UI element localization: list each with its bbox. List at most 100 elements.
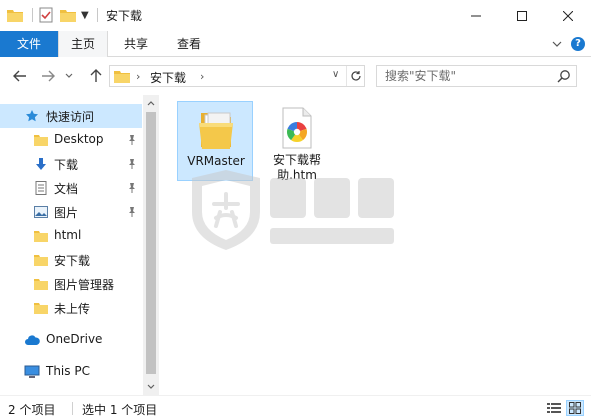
file-name-line: 助.htm xyxy=(277,168,317,182)
nav-item-quick-access[interactable]: 快速访问 xyxy=(0,104,142,128)
file-name-line: 安下载帮 xyxy=(272,153,321,167)
nav-item-documents[interactable]: 文档 xyxy=(0,176,142,200)
properties-icon[interactable] xyxy=(37,6,55,24)
folder-icon xyxy=(33,276,49,292)
folder-icon xyxy=(114,69,130,86)
arrow-up-icon xyxy=(90,69,102,82)
expand-ribbon-icon[interactable] xyxy=(551,38,563,50)
chevron-down-icon xyxy=(147,384,155,389)
close-icon xyxy=(563,10,573,21)
folder-icon xyxy=(194,106,238,152)
item-count: 2 个项目 xyxy=(8,403,56,417)
tab-home[interactable]: 主页 xyxy=(58,31,108,58)
folder-icon xyxy=(33,252,49,268)
nav-item-html[interactable]: html xyxy=(0,224,142,248)
nav-item-label: html xyxy=(54,228,82,242)
nav-item-picture-manager[interactable]: 图片管理器 xyxy=(0,272,142,296)
nav-item-label: 图片 xyxy=(54,206,79,220)
navigation-scrollbar[interactable] xyxy=(143,95,159,395)
tab-file[interactable]: 文件 xyxy=(0,31,58,57)
cloud-icon xyxy=(24,332,40,348)
recent-locations-button[interactable] xyxy=(62,66,76,86)
address-bar[interactable]: › 安下载 › ∨ xyxy=(109,65,365,87)
search-input[interactable] xyxy=(377,66,553,86)
status-bar: 2 个项目 选中 1 个项目 xyxy=(0,395,591,419)
search-box[interactable] xyxy=(376,65,577,87)
minimize-icon xyxy=(471,15,481,16)
arrow-left-icon xyxy=(13,70,26,82)
file-name: VRMaster xyxy=(187,154,245,168)
nav-item-label: 未上传 xyxy=(54,302,91,316)
large-icons-view-icon xyxy=(569,402,581,414)
scroll-down-button[interactable] xyxy=(143,379,159,395)
breadcrumb-chevron-icon[interactable]: › xyxy=(200,70,204,83)
maximize-icon xyxy=(517,10,527,21)
status-divider xyxy=(72,402,73,415)
nav-item-label: This PC xyxy=(46,364,90,378)
document-icon xyxy=(33,180,49,196)
address-bar-row: › 安下载 › ∨ xyxy=(0,57,591,95)
file-item-help-htm[interactable]: 安下载帮 助.htm xyxy=(259,101,335,182)
nav-item-downloads[interactable]: 下载 xyxy=(0,152,142,176)
download-arrow-icon xyxy=(33,156,49,172)
nav-item-not-uploaded[interactable]: 未上传 xyxy=(0,296,142,320)
new-folder-icon[interactable] xyxy=(59,6,77,24)
maximize-button[interactable] xyxy=(499,0,545,31)
tab-share[interactable]: 共享 xyxy=(108,31,164,57)
nav-item-onedrive[interactable]: OneDrive xyxy=(0,328,142,352)
quick-access-toolbar: ▼ xyxy=(6,6,102,24)
pin-icon[interactable] xyxy=(127,134,137,149)
large-icons-view-button[interactable] xyxy=(566,400,584,416)
breadcrumb-segment[interactable]: 安下载 xyxy=(150,69,186,86)
address-history-dropdown-icon[interactable]: ∨ xyxy=(332,69,339,80)
nav-item-label: 图片管理器 xyxy=(54,278,115,292)
folder-blue-icon xyxy=(33,132,49,148)
close-button[interactable] xyxy=(545,0,591,31)
scrollbar-thumb[interactable] xyxy=(146,112,156,374)
pin-icon[interactable] xyxy=(127,206,137,221)
chevron-up-icon xyxy=(147,101,155,106)
search-icon[interactable] xyxy=(557,69,571,86)
nav-item-label: 文档 xyxy=(54,182,79,196)
refresh-icon xyxy=(350,71,361,81)
nav-item-label: Desktop xyxy=(54,132,104,146)
refresh-button[interactable] xyxy=(346,66,364,86)
details-view-icon[interactable] xyxy=(546,401,562,415)
file-list[interactable]: VRMaster 安下载帮 助.htm xyxy=(159,95,591,395)
window-title: 安下载 xyxy=(106,9,143,23)
nav-item-label: OneDrive xyxy=(46,332,103,346)
forward-button[interactable] xyxy=(38,66,58,86)
star-icon xyxy=(24,108,40,124)
nav-item-this-pc[interactable]: This PC xyxy=(0,360,142,384)
toolbar-divider xyxy=(32,8,33,22)
tab-view[interactable]: 查看 xyxy=(164,31,214,57)
nav-item-pictures[interactable]: 图片 xyxy=(0,200,142,224)
up-button[interactable] xyxy=(86,66,106,86)
customize-toolbar-dropdown-icon[interactable]: ▼ xyxy=(81,10,89,21)
ribbon-tabs: 文件 主页 共享 查看 ? xyxy=(0,31,591,58)
navigation-pane: 快速访问 Desktop 下载 文档 图片 html 安下载 图片管理器 未上传… xyxy=(0,95,158,395)
folder-icon xyxy=(33,228,49,244)
arrow-right-icon xyxy=(42,70,55,82)
help-icon[interactable]: ? xyxy=(571,37,585,51)
pin-icon[interactable] xyxy=(127,158,137,173)
nav-item-label: 快速访问 xyxy=(46,110,95,124)
title-bar: ▼ 安下载 xyxy=(0,0,591,31)
folder-icon xyxy=(33,300,49,316)
folder-icon[interactable] xyxy=(6,6,24,24)
selection-count: 选中 1 个项目 xyxy=(82,403,158,417)
minimize-button[interactable] xyxy=(453,0,499,31)
nav-item-label: 下载 xyxy=(54,158,79,172)
scroll-up-button[interactable] xyxy=(143,95,159,111)
picture-icon xyxy=(33,204,49,220)
nav-item-anxz[interactable]: 安下载 xyxy=(0,248,142,272)
breadcrumb-chevron-icon[interactable]: › xyxy=(136,70,140,83)
file-item-vrmaster[interactable]: VRMaster xyxy=(177,101,253,181)
pin-icon[interactable] xyxy=(127,182,137,197)
back-button[interactable] xyxy=(10,66,30,86)
computer-icon xyxy=(24,364,40,380)
nav-item-desktop[interactable]: Desktop xyxy=(0,128,142,152)
nav-item-label: 安下载 xyxy=(54,254,91,268)
toolbar-divider xyxy=(96,8,98,22)
html-file-icon xyxy=(275,105,319,151)
